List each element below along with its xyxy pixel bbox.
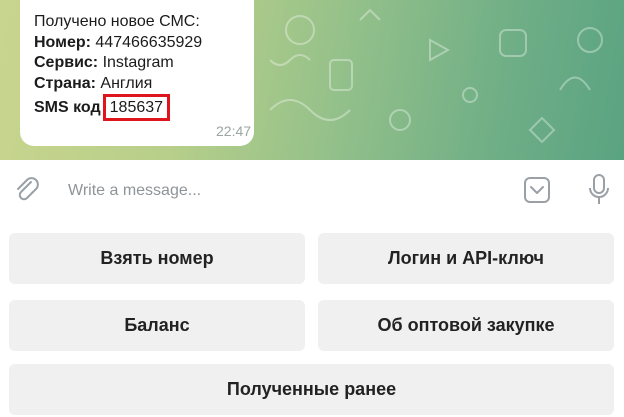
sms-code-value: 185637 (109, 99, 164, 116)
service-label: Сервис: (34, 54, 99, 71)
paperclip-icon[interactable] (12, 175, 42, 205)
message-input[interactable]: Write a message... (68, 182, 201, 200)
bot-keyboard-toggle-icon[interactable] (523, 176, 551, 204)
number-row: Номер: 447466635929 (34, 33, 240, 54)
login-api-key-button[interactable]: Логин и API-ключ (318, 233, 614, 284)
message-header: Получено новое СМС: (34, 13, 200, 30)
sms-code-label: SMS код (34, 99, 101, 116)
wholesale-info-button[interactable]: Об оптовой закупке (318, 300, 614, 351)
sms-code-row: SMS код 185637 (34, 94, 240, 121)
country-value: Англия (100, 74, 153, 92)
previously-received-button[interactable]: Полученные ранее (9, 364, 614, 415)
microphone-icon[interactable] (587, 173, 611, 207)
country-label: Страна: (34, 74, 96, 92)
number-value: 447466635929 (95, 33, 203, 51)
chat-wallpaper: Получено новое СМС: Номер: 447466635929 … (0, 0, 624, 160)
number-label: Номер: (34, 33, 91, 51)
country-row: Страна: Англия (34, 74, 240, 95)
service-row: Сервис: Instagram (34, 53, 240, 74)
message-time: 22:47 (216, 123, 252, 139)
balance-button[interactable]: Баланс (9, 300, 305, 351)
incoming-message-bubble: Получено новое СМС: Номер: 447466635929 … (20, 0, 254, 146)
service-value: Instagram (102, 54, 174, 71)
sms-code-highlight: 185637 (102, 94, 171, 121)
get-number-button[interactable]: Взять номер (9, 233, 305, 284)
